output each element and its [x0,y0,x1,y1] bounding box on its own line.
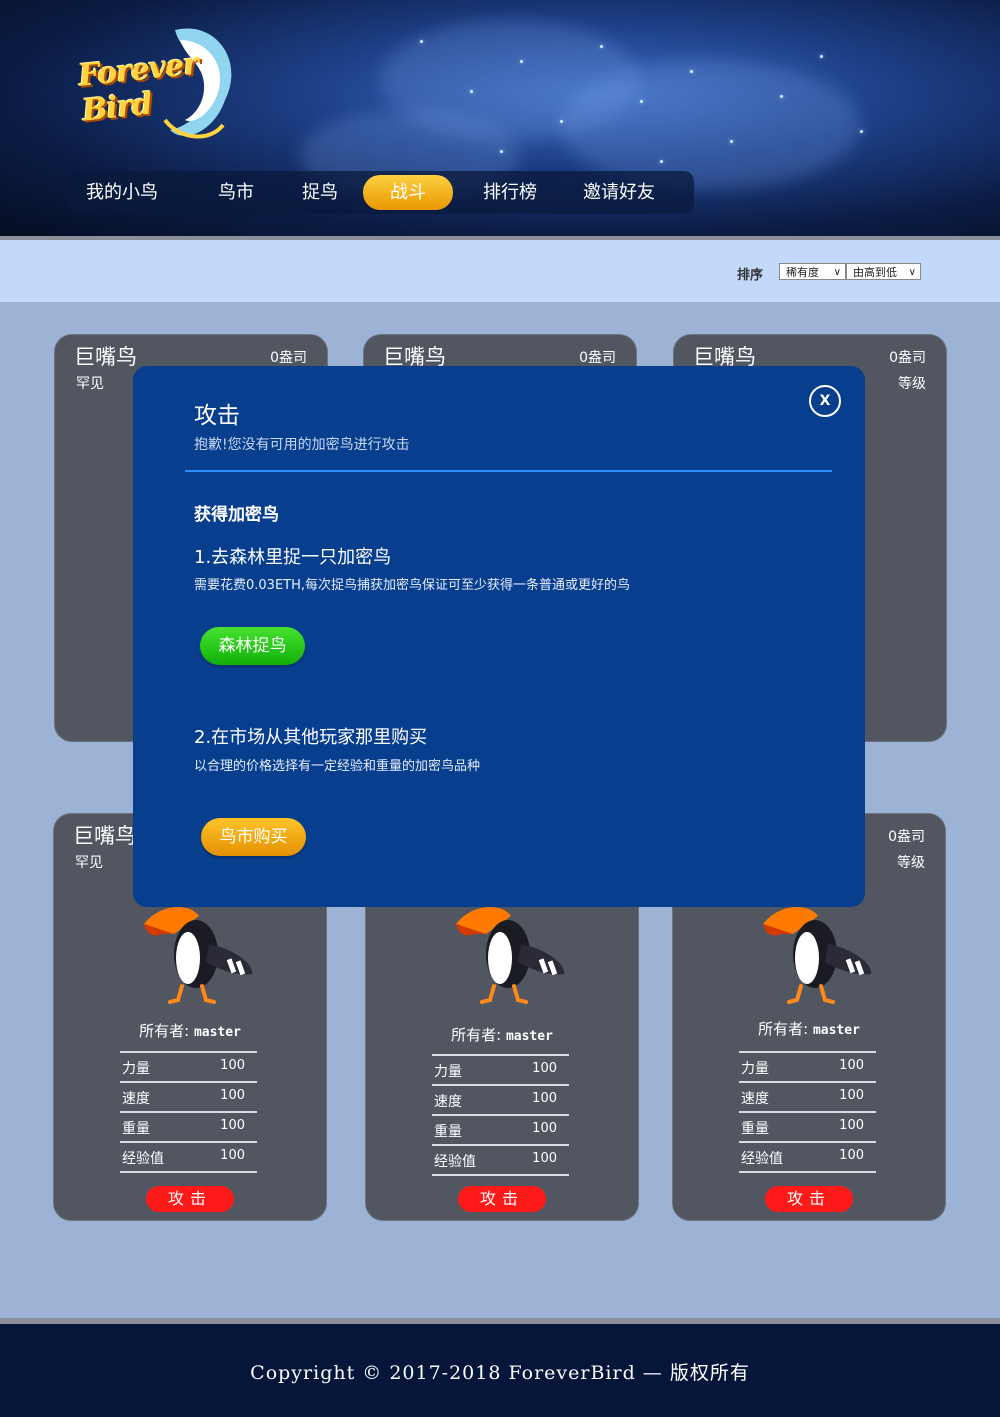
stat-key: 经验值 [434,1154,476,1170]
owner-name: master [812,1023,860,1038]
nav-invite-friends[interactable]: 邀请好友 [574,171,664,214]
toucan-bird-icon [763,906,872,1004]
bird-owner: 所有者: master [673,1018,945,1039]
stat-row: 力量 100 [432,1054,569,1084]
stat-key: 力量 [741,1061,769,1077]
bird-owner: 所有者: master [54,1020,326,1041]
toucan-bird-icon [144,906,253,1004]
stat-row: 速度 100 [739,1081,876,1111]
owner-label: 所有者: [139,1022,190,1040]
bird-price: 0盎司 [579,350,616,366]
stat-value: 100 [532,1121,557,1136]
stat-value: 100 [839,1148,864,1163]
bird-rarity: 罕见 [75,855,103,871]
sort-field-select[interactable]: 稀有度 ∨ [779,263,846,280]
bird-name: 巨嘴鸟 [73,824,136,848]
close-button[interactable]: X [809,385,841,417]
bird-price: 0盎司 [888,829,925,845]
stat-value: 100 [220,1088,245,1103]
stat-value: 100 [839,1058,864,1073]
main-nav: 我的小鸟 鸟市 捉鸟 战斗 排行榜 邀请好友 [68,171,694,214]
bird-level: 等级 [898,376,926,392]
option1-title: 1.去森林里捉一只加密鸟 [194,547,392,568]
nav-bird-market[interactable]: 鸟市 [208,171,264,214]
nav-leaderboard[interactable]: 排行榜 [472,171,548,214]
stat-key: 重量 [434,1124,462,1140]
chevron-down-icon: ∨ [908,267,916,278]
stat-key: 速度 [434,1094,462,1110]
bird-stats: 力量 100 速度 100 重量 100 经验值 100 [739,1051,876,1173]
stat-row: 经验值 100 [739,1141,876,1173]
stat-row: 速度 100 [432,1084,569,1114]
sort-order-value: 由高到低 [853,266,897,279]
stat-row: 力量 100 [120,1051,257,1081]
owner-label: 所有者: [451,1026,502,1044]
sort-field-value: 稀有度 [786,266,819,279]
stat-key: 重量 [122,1121,150,1137]
header-banner: Forever Bird 我的小鸟 鸟市 捉鸟 战斗 排行榜 邀请好友 [0,0,1000,236]
owner-label: 所有者: [758,1020,809,1038]
bird-owner: 所有者: master [366,1024,638,1045]
option2-description: 以合理的价格选择有一定经验和重量的加密鸟品种 [194,759,481,774]
owner-name: master [193,1025,241,1040]
stat-row: 重量 100 [120,1111,257,1141]
owner-name: master [505,1029,553,1044]
attack-button[interactable]: 攻击 [146,1186,234,1212]
stat-value: 100 [532,1091,557,1106]
copyright-text: Copyright © 2017-2018 ForeverBird — 版权所有 [250,1362,750,1384]
stat-value: 100 [839,1088,864,1103]
stat-value: 100 [220,1058,245,1073]
modal-divider [185,470,832,472]
stat-row: 重量 100 [432,1114,569,1144]
bird-stats: 力量 100 速度 100 重量 100 经验值 100 [120,1051,257,1173]
bird-level: 等级 [897,855,925,871]
bird-price: 0盎司 [889,350,926,366]
stat-row: 经验值 100 [432,1144,569,1176]
stat-value: 100 [839,1118,864,1133]
stat-value: 100 [532,1151,557,1166]
attack-button[interactable]: 攻击 [765,1186,853,1212]
bird-stats: 力量 100 速度 100 重量 100 经验值 100 [432,1054,569,1176]
attack-button[interactable]: 攻击 [458,1186,546,1212]
bird-price: 0盎司 [270,350,307,366]
stat-row: 力量 100 [739,1051,876,1081]
sort-label: 排序 [737,268,764,283]
chevron-down-icon: ∨ [833,267,841,278]
market-buy-button[interactable]: 鸟市购买 [201,818,306,856]
option1-description: 需要花费0.03ETH,每次捉鸟捕获加密鸟保证可至少获得一条普通或更好的鸟 [194,578,631,593]
stat-key: 经验值 [741,1151,783,1167]
stat-key: 重量 [741,1121,769,1137]
stat-value: 100 [532,1061,557,1076]
modal-title: 攻击 [194,403,240,429]
nav-my-birds[interactable]: 我的小鸟 [76,171,168,214]
section-title: 获得加密鸟 [194,505,279,525]
stat-value: 100 [220,1118,245,1133]
bird-name: 巨嘴鸟 [74,345,137,369]
stat-value: 100 [220,1148,245,1163]
attack-modal: 攻击 抱歉!您没有可用的加密鸟进行攻击 X 获得加密鸟 1.去森林里捉一只加密鸟… [133,366,865,907]
nav-battle[interactable]: 战斗 [363,175,453,210]
option2-title: 2.在市场从其他玩家那里购买 [194,727,428,748]
stat-row: 速度 100 [120,1081,257,1111]
stat-key: 速度 [741,1091,769,1107]
stat-key: 经验值 [122,1151,164,1167]
stat-row: 重量 100 [739,1111,876,1141]
footer: Copyright © 2017-2018 ForeverBird — 版权所有 [0,1324,1000,1417]
nav-catch-bird[interactable]: 捉鸟 [292,171,348,214]
forever-bird-logo[interactable]: Forever Bird [77,20,250,150]
stat-row: 经验值 100 [120,1141,257,1173]
modal-subtitle: 抱歉!您没有可用的加密鸟进行攻击 [194,437,410,453]
sort-order-select[interactable]: 由高到低 ∨ [846,263,921,280]
forest-catch-button[interactable]: 森林捉鸟 [200,627,305,665]
stat-key: 速度 [122,1091,150,1107]
toucan-bird-icon [456,906,565,1004]
stat-key: 力量 [122,1061,150,1077]
stat-key: 力量 [434,1064,462,1080]
bird-rarity: 罕见 [76,376,104,392]
